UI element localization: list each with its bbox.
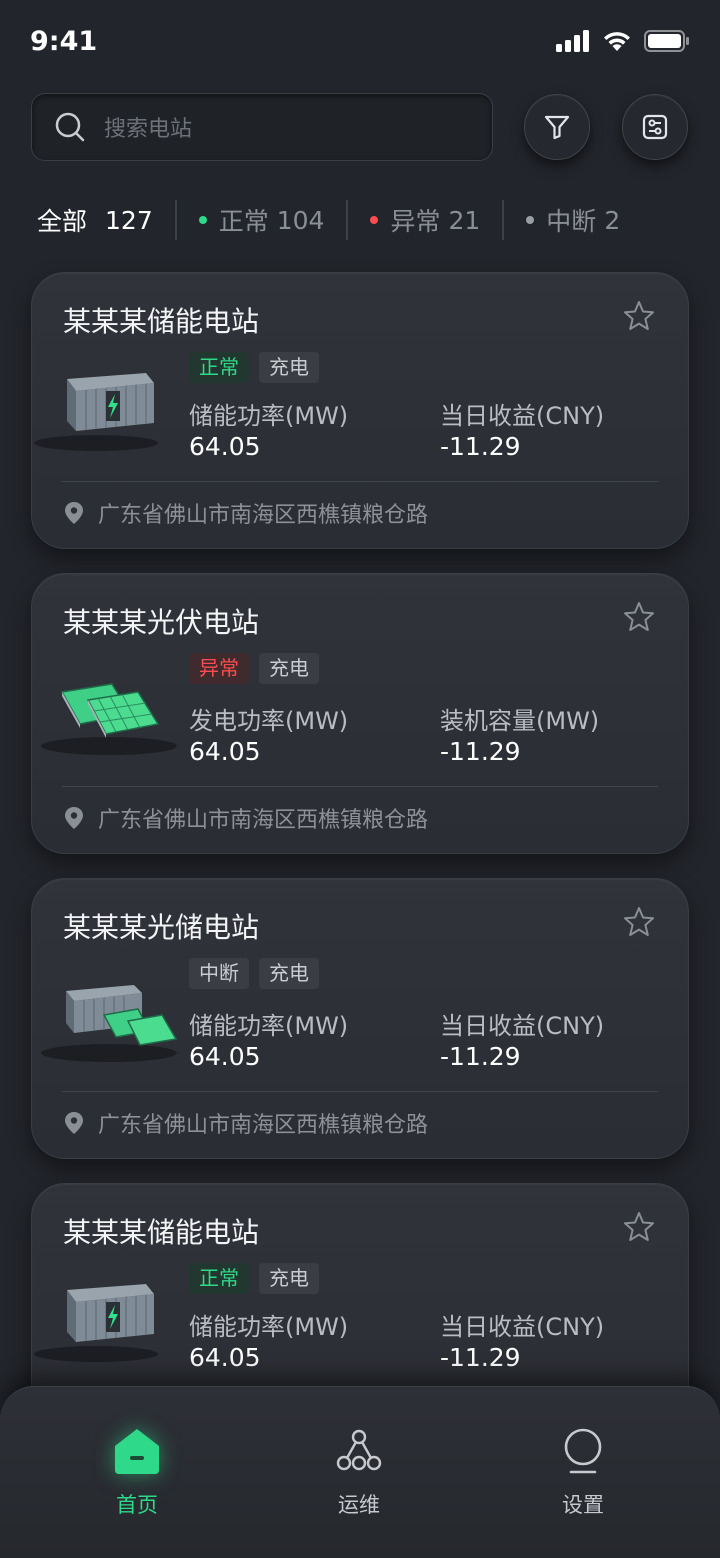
station-tags: 异常 充电 [189, 653, 319, 684]
tab-interrupt-label: 中断 [546, 207, 597, 236]
bulb-icon [564, 1428, 602, 1474]
status-time: 9:41 [30, 26, 98, 57]
wifi-icon [604, 32, 630, 51]
location-pin-icon [65, 502, 83, 524]
tab-all-count: 127 [105, 205, 153, 235]
tab-normal[interactable]: 正常 104 [198, 202, 325, 238]
battery-container-image [34, 373, 158, 451]
tab-normal-label: 正常 [218, 207, 269, 236]
nav-ops[interactable]: 运维 [299, 1427, 419, 1519]
abnormal-dot-icon [370, 216, 379, 224]
card-divider [62, 1091, 658, 1092]
star-icon[interactable] [622, 905, 656, 939]
metric1-value: 64.05 [189, 432, 261, 461]
star-icon[interactable] [622, 299, 656, 333]
metric1-label: 发电功率(MW) [189, 707, 349, 735]
station-name: 某某某光伏电站 [63, 606, 260, 639]
search-placeholder: 搜索电站 [104, 117, 193, 142]
filter-button[interactable] [524, 94, 590, 160]
home-icon [115, 1429, 159, 1474]
star-icon[interactable] [622, 1210, 656, 1244]
solar-panels-image [41, 683, 177, 755]
normal-dot-icon [198, 216, 207, 224]
nav-home-label: 首页 [116, 1493, 158, 1517]
station-card[interactable]: 某某某储能电站 正常 充电 储能功率(MW) 64.05 当日收益(CNY) -… [31, 272, 689, 549]
mode-badge: 充电 [259, 958, 319, 989]
address-text: 广东省佛山市南海区西樵镇粮仓路 [98, 808, 429, 833]
metric1-label: 储能功率(MW) [189, 402, 349, 430]
metric2-label: 当日收益(CNY) [440, 1313, 605, 1341]
metric2-label: 当日收益(CNY) [440, 402, 605, 430]
signal-icon [556, 30, 589, 52]
address-text: 广东省佛山市南海区西樵镇粮仓路 [98, 1113, 429, 1138]
metric2-value: -11.29 [440, 1343, 521, 1372]
metric2-value: -11.29 [440, 737, 521, 766]
station-tags: 正常 充电 [189, 352, 319, 383]
station-address: 广东省佛山市南海区西樵镇粮仓路 [64, 802, 428, 834]
station-name: 某某某储能电站 [63, 305, 260, 338]
station-tags: 中断 充电 [189, 958, 319, 989]
station-address: 广东省佛山市南海区西樵镇粮仓路 [64, 497, 428, 529]
mode-badge: 充电 [259, 1263, 319, 1294]
metric1-value: 64.05 [189, 737, 261, 766]
metric2-value: -11.29 [440, 432, 521, 461]
nav-settings[interactable]: 设置 [523, 1427, 643, 1519]
battery-icon [644, 30, 689, 52]
metric1-label: 储能功率(MW) [189, 1313, 349, 1341]
funnel-icon [544, 115, 570, 140]
nav-settings-label: 设置 [562, 1493, 604, 1517]
status-bar: 9:41 [0, 0, 720, 86]
tab-normal-count: 104 [276, 205, 325, 235]
station-name: 某某某储能电站 [63, 1216, 260, 1249]
network-icon [336, 1429, 382, 1471]
status-badge: 正常 [189, 1263, 249, 1294]
tab-abnormal[interactable]: 异常 21 [370, 202, 480, 238]
location-pin-icon [65, 1112, 83, 1134]
star-icon[interactable] [622, 600, 656, 634]
nav-home[interactable]: 首页 [77, 1427, 197, 1519]
sliders-icon [642, 114, 668, 140]
tab-all[interactable]: 全部 127 [37, 202, 153, 238]
mode-badge: 充电 [259, 653, 319, 684]
tab-divider [174, 200, 177, 240]
metric2-label: 当日收益(CNY) [440, 1012, 605, 1040]
status-badge: 中断 [189, 958, 249, 989]
metric1-value: 64.05 [189, 1042, 261, 1071]
status-icons [556, 30, 690, 52]
bottom-navigation: 首页 运维 设置 [0, 1386, 720, 1558]
location-pin-icon [65, 807, 83, 829]
station-card[interactable]: 某某某光储电站 中断 充电 储能功率(MW) 64.05 当日收益(CNY) -… [31, 878, 689, 1159]
search-input[interactable]: 搜索电站 [31, 93, 493, 161]
status-filter-tabs: 全部 127 正常 104 异常 21 中断 2 [37, 198, 620, 242]
interrupt-dot-icon [526, 216, 535, 224]
tab-divider [502, 200, 505, 240]
card-divider [62, 481, 658, 482]
tab-all-label: 全部 [37, 207, 88, 236]
solar-storage-image [41, 985, 178, 1062]
metric2-value: -11.29 [440, 1042, 521, 1071]
tab-interrupt-count: 2 [604, 205, 621, 235]
mode-badge: 充电 [259, 352, 319, 383]
card-divider [62, 786, 658, 787]
search-icon [55, 112, 85, 142]
tab-abnormal-count: 21 [448, 205, 481, 235]
tab-interrupt[interactable]: 中断 2 [526, 202, 620, 238]
tab-abnormal-label: 异常 [390, 207, 441, 236]
station-card[interactable]: 某某某光伏电站 异常 充电 发电功率(MW) 64.05 装机容量(MW) -1… [31, 573, 689, 854]
battery-container-image [34, 1284, 158, 1362]
status-badge: 正常 [189, 352, 249, 383]
status-badge: 异常 [189, 653, 249, 684]
metric1-value: 64.05 [189, 1343, 261, 1372]
station-name: 某某某光储电站 [63, 911, 260, 944]
station-address: 广东省佛山市南海区西樵镇粮仓路 [64, 1107, 428, 1139]
tab-divider [346, 200, 349, 240]
metric1-label: 储能功率(MW) [189, 1012, 349, 1040]
nav-ops-label: 运维 [338, 1493, 380, 1517]
metric2-label: 装机容量(MW) [440, 707, 600, 735]
address-text: 广东省佛山市南海区西樵镇粮仓路 [98, 503, 429, 528]
station-tags: 正常 充电 [189, 1263, 319, 1294]
settings-adjust-button[interactable] [622, 94, 688, 160]
